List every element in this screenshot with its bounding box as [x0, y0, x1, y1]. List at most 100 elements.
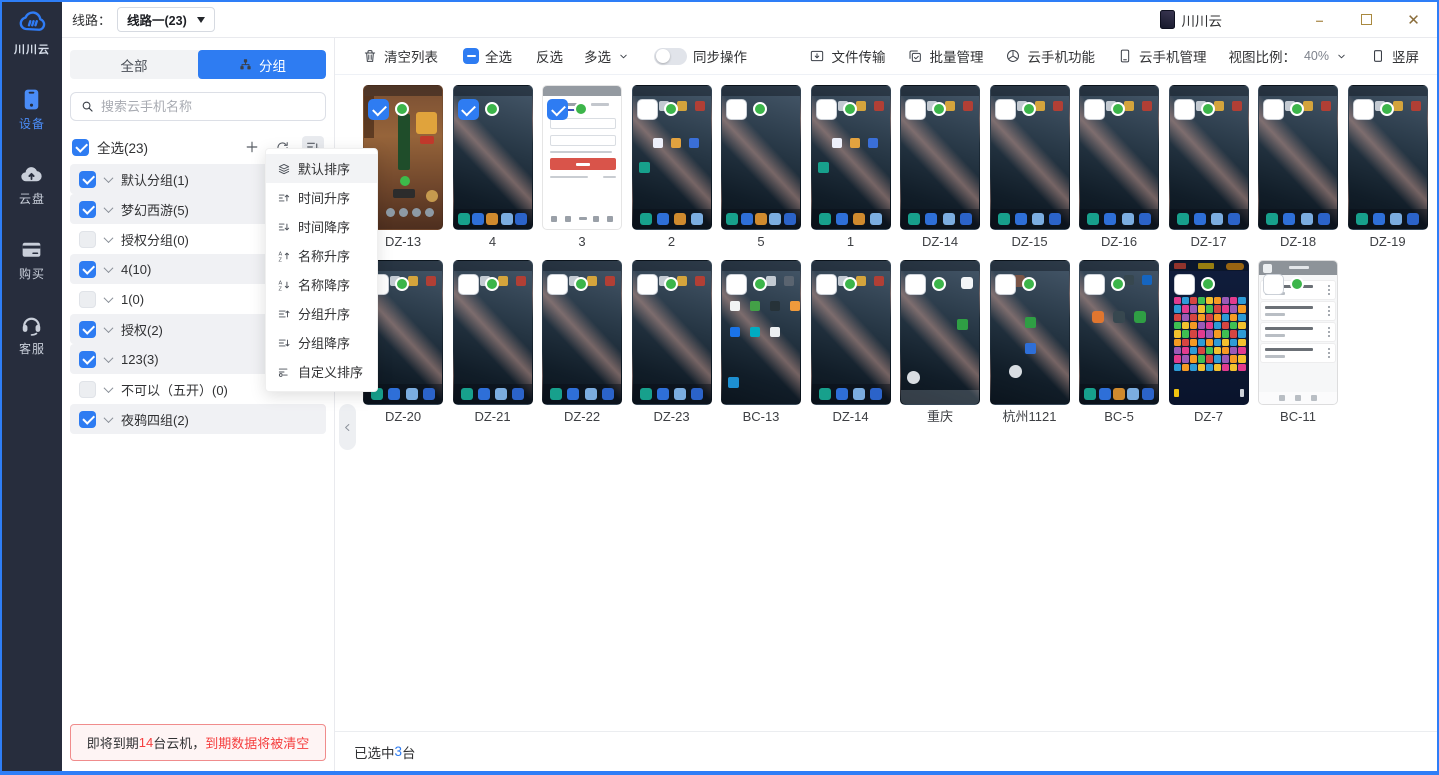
close-button[interactable]: ✕	[1390, 2, 1437, 38]
phone-checkbox[interactable]	[547, 99, 568, 120]
group-checkbox[interactable]	[79, 231, 96, 248]
phone-card[interactable]: 杭州1121	[990, 260, 1070, 426]
phone-screen[interactable]	[1348, 85, 1428, 230]
sync-toggle[interactable]	[654, 48, 687, 65]
batch-manage-button[interactable]: 批量管理	[907, 46, 983, 66]
phone-screen[interactable]	[632, 85, 712, 230]
phone-screen[interactable]	[1258, 85, 1338, 230]
phone-screen[interactable]	[1169, 260, 1249, 405]
phone-card[interactable]: DZ-19	[1348, 85, 1428, 251]
phone-screen[interactable]	[542, 85, 622, 230]
phone-card[interactable]: BC-13	[721, 260, 801, 426]
search-input[interactable]	[101, 99, 316, 114]
tab-all[interactable]: 全部	[70, 50, 198, 79]
phone-checkbox[interactable]	[726, 274, 747, 295]
phone-screen[interactable]	[632, 260, 712, 405]
chevron-down-icon[interactable]	[104, 293, 114, 303]
phone-screen[interactable]	[900, 260, 980, 405]
indeterminate-checkbox[interactable]	[463, 48, 479, 64]
file-transfer-button[interactable]: 文件传输	[809, 46, 885, 66]
phone-checkbox[interactable]	[1084, 274, 1105, 295]
phone-screen[interactable]	[900, 85, 980, 230]
select-all-checkbox[interactable]	[72, 139, 89, 156]
group-checkbox[interactable]	[79, 261, 96, 278]
phone-card[interactable]: 5	[721, 85, 801, 251]
minimize-button[interactable]: –	[1296, 2, 1343, 38]
phone-card[interactable]: DZ-22	[542, 260, 622, 426]
phone-screen[interactable]	[453, 85, 533, 230]
phone-screen[interactable]	[1079, 85, 1159, 230]
sort-menu-item[interactable]: 时间升序	[266, 183, 377, 212]
phone-screen[interactable]	[990, 260, 1070, 405]
phone-checkbox[interactable]	[995, 274, 1016, 295]
phone-checkbox[interactable]	[1084, 99, 1105, 120]
phone-checkbox[interactable]	[547, 274, 568, 295]
phone-card[interactable]: DZ-7	[1169, 260, 1249, 426]
phone-screen[interactable]	[721, 260, 801, 405]
phone-screen[interactable]	[990, 85, 1070, 230]
view-ratio-control[interactable]: 视图比例： 40%	[1228, 46, 1348, 66]
group-checkbox[interactable]	[79, 351, 96, 368]
phone-card[interactable]: DZ-18	[1258, 85, 1338, 251]
phone-checkbox[interactable]	[1174, 99, 1195, 120]
sort-menu-item[interactable]: 分组升序	[266, 299, 377, 328]
phone-card[interactable]: 2	[632, 85, 712, 251]
phone-card[interactable]: DZ-16	[1079, 85, 1159, 251]
phone-checkbox[interactable]	[1174, 274, 1195, 295]
chevron-down-icon[interactable]	[104, 173, 114, 183]
group-checkbox[interactable]	[79, 291, 96, 308]
phone-checkbox[interactable]	[905, 274, 926, 295]
sidebar-item-clouddisk[interactable]: 云盘	[19, 162, 45, 207]
phone-card[interactable]: 4	[453, 85, 533, 251]
chevron-down-icon[interactable]	[104, 323, 114, 333]
phone-checkbox[interactable]	[995, 99, 1016, 120]
phone-card[interactable]: 3	[542, 85, 622, 251]
phone-card[interactable]: BC-5	[1079, 260, 1159, 426]
phone-card[interactable]: 重庆	[900, 260, 980, 426]
sort-menu-item[interactable]: AZ名称升序	[266, 241, 377, 270]
phone-card[interactable]: DZ-17	[1169, 85, 1249, 251]
phone-screen[interactable]	[1079, 260, 1159, 405]
phone-card[interactable]: DZ-15	[990, 85, 1070, 251]
sidebar-item-service[interactable]: 客服	[19, 312, 45, 357]
add-group-button[interactable]	[241, 136, 263, 158]
multi-select-button[interactable]: 多选	[584, 46, 630, 66]
phone-checkbox[interactable]	[726, 99, 747, 120]
phone-checkbox[interactable]	[816, 99, 837, 120]
phone-checkbox[interactable]	[1263, 274, 1284, 295]
maximize-button[interactable]	[1343, 2, 1390, 38]
portrait-button[interactable]: 竖屏	[1370, 46, 1419, 66]
phone-checkbox[interactable]	[458, 274, 479, 295]
sidebar-item-device[interactable]: 设备	[19, 87, 45, 132]
phone-checkbox[interactable]	[458, 99, 479, 120]
line-select[interactable]: 线路一(23)	[117, 7, 215, 32]
group-checkbox[interactable]	[79, 201, 96, 218]
phone-card[interactable]: DZ-14	[900, 85, 980, 251]
phone-checkbox[interactable]	[816, 274, 837, 295]
chevron-down-icon[interactable]	[104, 203, 114, 213]
clear-list-button[interactable]: 清空列表	[362, 46, 438, 66]
phone-checkbox[interactable]	[637, 99, 658, 120]
chevron-down-icon[interactable]	[104, 353, 114, 363]
group-checkbox[interactable]	[79, 381, 96, 398]
sort-menu-item[interactable]: 自定义排序	[266, 357, 377, 386]
phone-checkbox[interactable]	[905, 99, 926, 120]
select-all-main-button[interactable]: 全选	[463, 46, 512, 66]
phone-card[interactable]: DZ-21	[453, 260, 533, 426]
chevron-down-icon[interactable]	[104, 233, 114, 243]
phone-screen[interactable]	[542, 260, 622, 405]
sort-menu-item[interactable]: 分组降序	[266, 328, 377, 357]
phone-screen[interactable]	[1258, 260, 1338, 405]
group-checkbox[interactable]	[79, 171, 96, 188]
tab-group[interactable]: 分组	[198, 50, 326, 79]
chevron-down-icon[interactable]	[104, 263, 114, 273]
phone-card[interactable]: DZ-23	[632, 260, 712, 426]
phone-checkbox[interactable]	[368, 99, 389, 120]
sort-menu-item[interactable]: 时间降序	[266, 212, 377, 241]
phone-card[interactable]: BC-11	[1258, 260, 1338, 426]
sort-menu-item[interactable]: AZ名称降序	[266, 270, 377, 299]
group-checkbox[interactable]	[79, 411, 96, 428]
phone-screen[interactable]	[721, 85, 801, 230]
sort-menu-item[interactable]: 默认排序	[266, 154, 377, 183]
phone-screen[interactable]	[1169, 85, 1249, 230]
